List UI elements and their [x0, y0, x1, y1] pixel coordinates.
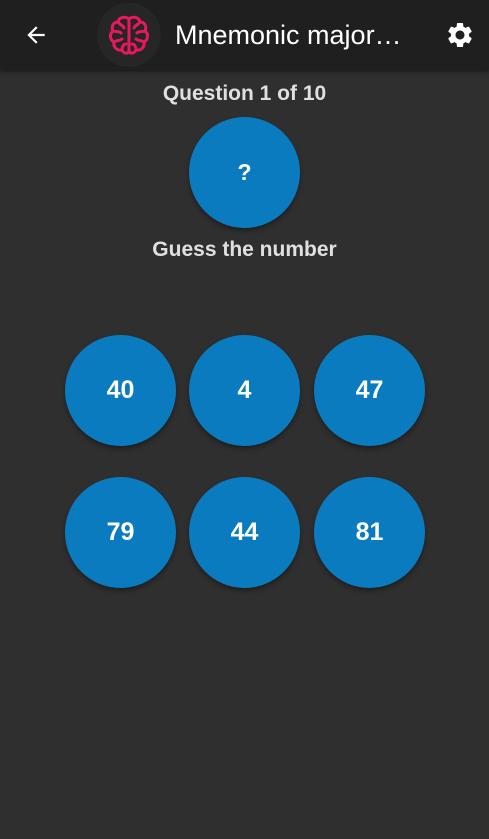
question-prompt: Guess the number — [152, 238, 337, 261]
gear-icon — [448, 22, 472, 47]
answer-option-button[interactable]: 47 — [314, 335, 425, 446]
settings-button[interactable] — [437, 12, 483, 58]
app-bar: Mnemonic major… — [0, 0, 489, 70]
answer-option-button[interactable]: 44 — [189, 477, 300, 588]
arrow-left-icon — [27, 26, 45, 44]
answer-option-button[interactable]: 4 — [189, 335, 300, 446]
answer-option-button[interactable]: 81 — [314, 477, 425, 588]
brain-icon — [109, 15, 149, 55]
back-button[interactable] — [14, 13, 58, 57]
answer-option-button[interactable]: 40 — [65, 335, 176, 446]
mystery-number-circle: ? — [189, 117, 300, 228]
answer-option-button[interactable]: 79 — [65, 477, 176, 588]
question-counter: Question 1 of 10 — [162, 82, 327, 105]
app-logo — [97, 3, 161, 67]
app-title: Mnemonic major… — [175, 20, 402, 50]
